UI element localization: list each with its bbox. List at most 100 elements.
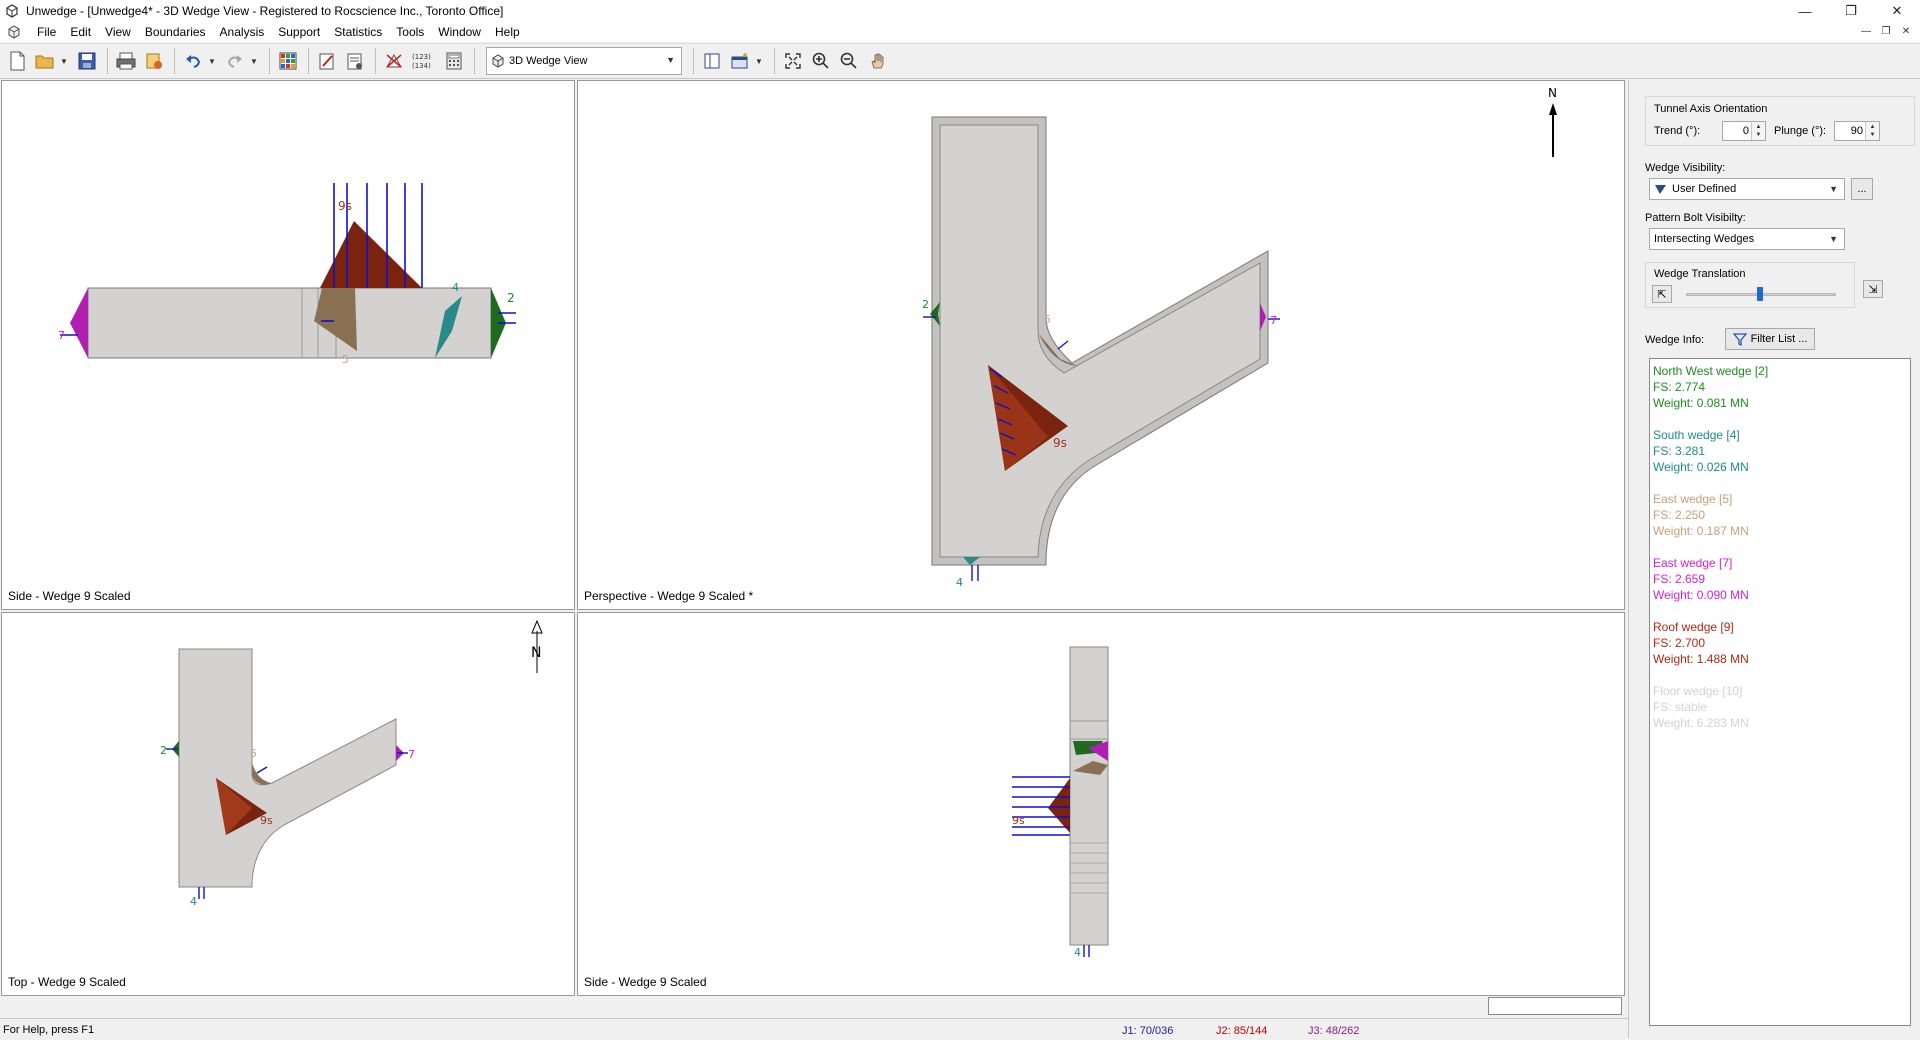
tunnel-axis-group: Tunnel Axis Orientation Trend (°): 0 ▲ ▼ …: [1645, 96, 1915, 146]
east-wedge-7: [70, 288, 88, 358]
edit-icon[interactable]: [314, 48, 340, 74]
wedge-info-fs: FS: stable: [1653, 700, 1708, 714]
joint-combo-icon[interactable]: [381, 48, 407, 74]
menu-support[interactable]: Support: [271, 22, 327, 42]
save-icon[interactable]: [74, 48, 100, 74]
wedge-info-entry[interactable]: Roof wedge [9] FS: 2.700 Weight: 1.488 MN: [1653, 619, 1907, 667]
wedge-info-entry[interactable]: Floor wedge [10] FS: stable Weight: 6.283 …: [1653, 683, 1907, 731]
toolbar: ▼ ▼ ▼ (123) (134) 3D Wedge View ▼ ▼: [0, 43, 1920, 79]
new-file-icon[interactable]: [4, 48, 30, 74]
wedge-info-entry[interactable]: South wedge [4] FS: 3.281 Weight: 0.026 MN: [1653, 427, 1907, 475]
label-4: 4: [452, 281, 459, 294]
close-button[interactable]: ✕: [1874, 0, 1920, 22]
wedge-info-name: East wedge [5]: [1653, 492, 1733, 506]
calculator-icon[interactable]: [441, 48, 467, 74]
filter-list-button[interactable]: Filter List ...: [1725, 328, 1815, 350]
zoom-in-icon[interactable]: [808, 48, 834, 74]
viewport-side-bottom-right[interactable]: 9s 4 Side - Wedge 9 Scaled: [577, 612, 1625, 996]
wedge-info-weight: Weight: 0.090 MN: [1653, 588, 1749, 602]
label-5: 5: [1044, 313, 1051, 326]
open-folder-icon[interactable]: [32, 48, 58, 74]
chevron-down-icon: ▼: [1829, 234, 1838, 244]
wedge-info-entry[interactable]: East wedge [5] FS: 2.250 Weight: 0.187 MN: [1653, 491, 1907, 539]
viewport-side-top-left[interactable]: 9s 2 4 5 7 Side - Wedge 9 Scaled: [1, 80, 575, 610]
translate-back-button[interactable]: ⇱: [1652, 285, 1672, 303]
plunge-spinner[interactable]: 90 ▲ ▼: [1834, 121, 1880, 141]
svg-text:(123): (123): [412, 53, 431, 61]
wedge-info-name: North West wedge [2]: [1653, 364, 1769, 378]
undo-dropdown-icon[interactable]: ▼: [208, 57, 218, 66]
menu-help[interactable]: Help: [488, 22, 527, 42]
trend-label: Trend (°):: [1654, 125, 1701, 137]
wedge-visibility-select[interactable]: User Defined ▼: [1649, 178, 1845, 200]
bolt-visibility-select[interactable]: Intersecting Wedges ▼: [1649, 228, 1845, 250]
title-bar: Unwedge - [Unwedge4* - 3D Wedge View - R…: [0, 0, 1920, 22]
mdi-restore-button[interactable]: ❐: [1876, 24, 1896, 40]
undo-icon[interactable]: [180, 48, 206, 74]
label-7: 7: [408, 748, 415, 761]
north-arrow: N: [531, 619, 543, 673]
viewport-caption: Top - Wedge 9 Scaled: [8, 975, 126, 989]
add-view-icon[interactable]: [727, 48, 753, 74]
menu-statistics[interactable]: Statistics: [327, 22, 389, 42]
menu-view[interactable]: View: [98, 22, 138, 42]
menu-file[interactable]: File: [30, 22, 63, 42]
trend-value: 0: [1742, 125, 1749, 137]
export-icon[interactable]: [141, 48, 167, 74]
wedge-info-fs: FS: 2.250: [1653, 508, 1706, 522]
restore-button[interactable]: ❐: [1828, 0, 1874, 22]
wedge-info-entry[interactable]: East wedge [7] FS: 2.659 Weight: 0.090 MN: [1653, 555, 1907, 603]
chevron-down-icon[interactable]: ▼: [60, 57, 70, 66]
minimize-button[interactable]: —: [1782, 0, 1828, 22]
menu-tools[interactable]: Tools: [389, 22, 431, 42]
chevron-down-icon: ▼: [666, 55, 675, 65]
mdi-close-button[interactable]: ✕: [1896, 24, 1916, 40]
viewport-top[interactable]: N 2 5 7 9s 4 Top - Wedge 9 Scaled: [1, 612, 575, 996]
wedge-info-label: Wedge Info:: [1645, 334, 1705, 346]
wedge-info-weight: Weight: 1.488 MN: [1653, 652, 1749, 666]
grid-view-icon[interactable]: [275, 48, 301, 74]
wedge-info-name: South wedge [4]: [1653, 428, 1740, 442]
perspective-drawing: N 9s 5 7 4 2: [922, 86, 1557, 589]
menu-boundaries[interactable]: Boundaries: [138, 22, 213, 42]
label-2: 2: [922, 298, 929, 311]
menu-window[interactable]: Window: [431, 22, 488, 42]
viewport-perspective[interactable]: N 9s 5 7 4 2 Perspective - Wedge 9 Scale…: [577, 80, 1625, 610]
zoom-extents-icon[interactable]: [780, 48, 806, 74]
properties-icon[interactable]: [342, 48, 368, 74]
redo-icon[interactable]: [222, 48, 248, 74]
wedge-info-fs: FS: 2.659: [1653, 572, 1706, 586]
bolt-visibility-label: Pattern Bolt Visibilty:: [1645, 212, 1746, 224]
roof-wedge-9: [320, 221, 422, 288]
trend-spinner[interactable]: 0 ▲ ▼: [1722, 121, 1766, 141]
menu-analysis[interactable]: Analysis: [213, 22, 272, 42]
translation-slider-thumb[interactable]: [1756, 287, 1763, 301]
window-title: Unwedge - [Unwedge4* - 3D Wedge View - R…: [26, 4, 504, 18]
layout-icon[interactable]: [699, 48, 725, 74]
label-4: 4: [190, 895, 197, 908]
label-2: 2: [160, 744, 167, 757]
translate-forward-button[interactable]: ⇲: [1863, 280, 1883, 298]
joint-numbers-icon[interactable]: (123) (134): [409, 48, 439, 74]
wedge-info-entry[interactable]: North West wedge [2] FS: 2.774 Weight: 0.0…: [1653, 363, 1907, 411]
tunnel-floor: [939, 124, 1261, 558]
view-select[interactable]: 3D Wedge View ▼: [486, 47, 682, 75]
document-icon[interactable]: [6, 24, 22, 40]
mdi-minimize-button[interactable]: —: [1856, 24, 1876, 40]
wedge-translation-group: Wedge Translation ⇱: [1645, 262, 1855, 308]
tunnel-section: [1069, 646, 1109, 946]
wedge-visibility-more-button[interactable]: ...: [1851, 178, 1873, 200]
redo-dropdown-icon[interactable]: ▼: [250, 57, 260, 66]
zoom-out-icon[interactable]: [836, 48, 862, 74]
label-9s: 9s: [338, 199, 352, 213]
filter-icon: [1732, 333, 1747, 346]
status-j1: J1: 70/036: [1122, 1025, 1174, 1037]
wedge-translation-title: Wedge Translation: [1654, 268, 1746, 280]
top-view-drawing: N 2 5 7 9s 4: [160, 619, 543, 908]
print-icon[interactable]: [113, 48, 139, 74]
menu-edit[interactable]: Edit: [63, 22, 98, 42]
add-view-dropdown-icon[interactable]: ▼: [755, 57, 765, 66]
wedge-visibility-label: Wedge Visibility:: [1645, 162, 1726, 174]
status-j3: J3: 48/262: [1308, 1025, 1360, 1037]
pan-icon[interactable]: [864, 48, 890, 74]
